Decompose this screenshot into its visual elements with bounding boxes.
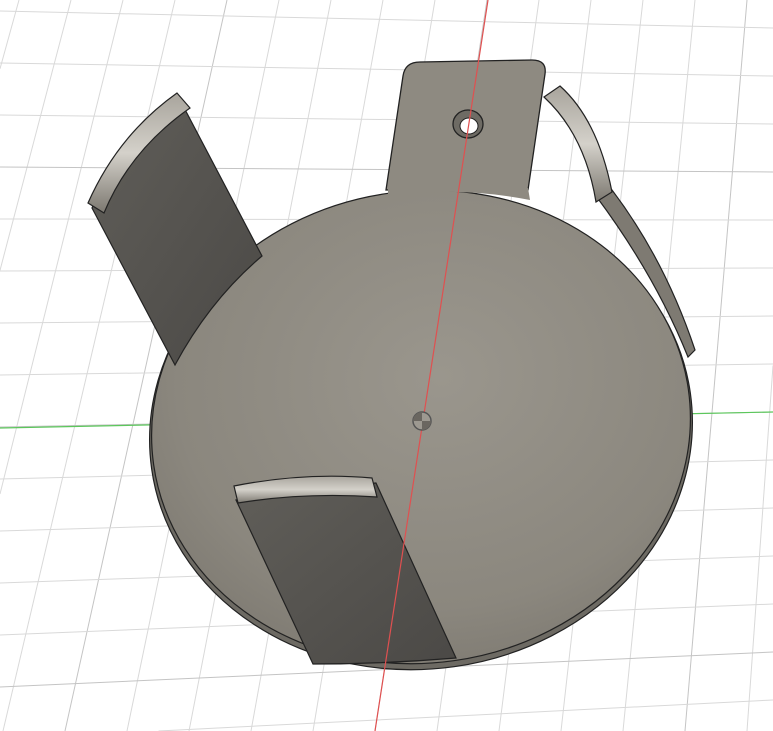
grid-line [0,0,72,271]
grid-line [746,365,773,731]
cad-viewport[interactable] [0,0,773,731]
grid-line [0,0,20,69]
part-body[interactable] [87,59,723,705]
grid-line [0,62,773,77]
grid-line [158,699,773,731]
grid-line [0,10,773,29]
grid-line [0,114,773,125]
origin-point-icon[interactable] [412,411,432,431]
grid-line [0,0,124,495]
